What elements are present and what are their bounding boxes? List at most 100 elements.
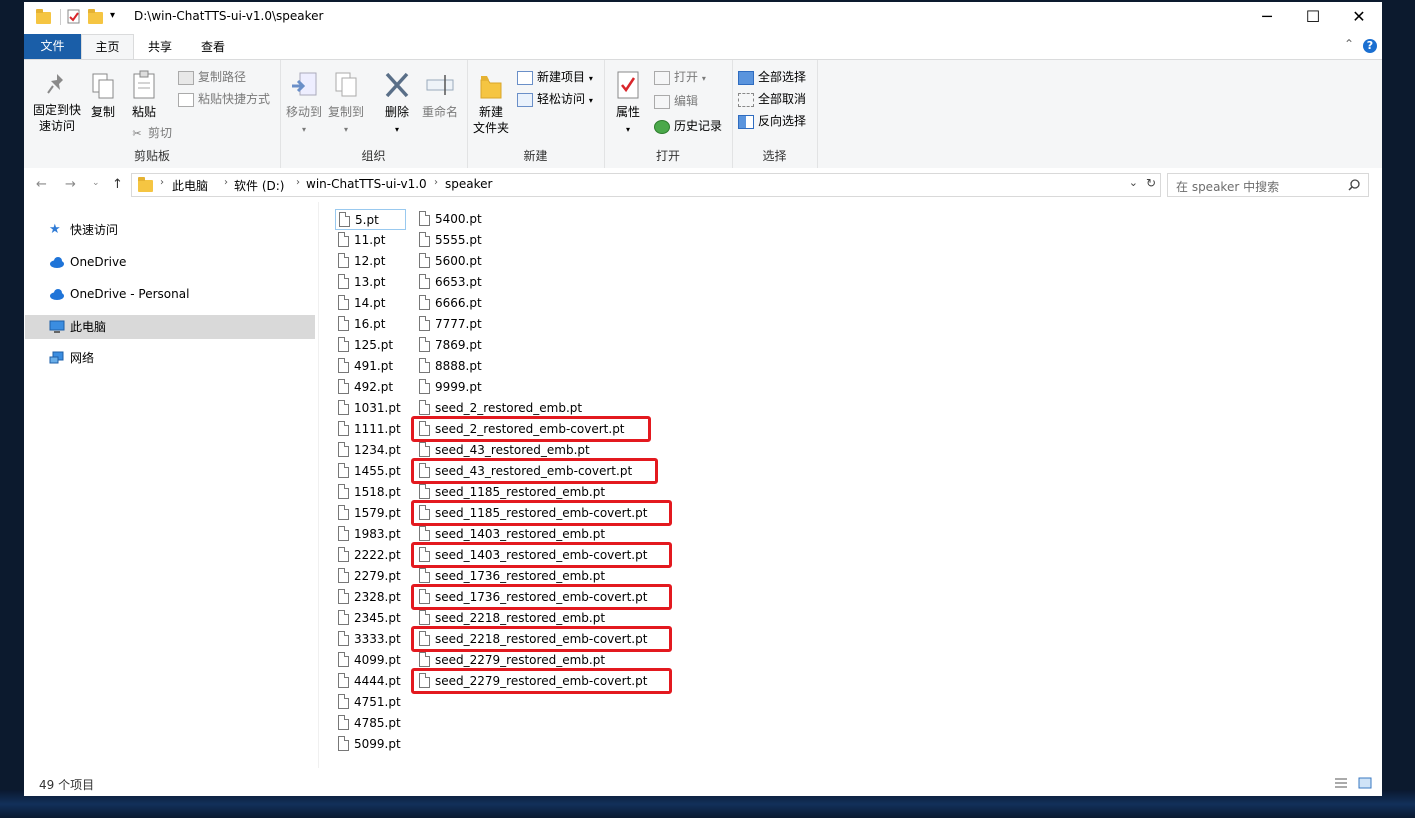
file-item[interactable]: 1518.pt [335,482,407,503]
properties-button[interactable]: 属性 ▾ [610,70,646,138]
file-item[interactable]: 1579.pt [335,503,407,524]
file-item[interactable]: 492.pt [335,377,407,398]
file-item[interactable]: 14.pt [335,293,407,314]
large-icons-view-icon[interactable] [1358,777,1372,789]
file-item[interactable]: 11.pt [335,230,407,251]
file-item[interactable]: 5.pt [335,209,406,230]
tab-view[interactable]: 查看 [192,35,234,59]
nav-item-onedrive-personal[interactable]: OneDrive - Personal [25,282,315,306]
address-bar[interactable]: › 此电脑 › 软件 (D:) › win-ChatTTS-ui-v1.0 › … [131,173,1161,197]
file-item[interactable]: 4751.pt [335,692,407,713]
file-name: 1518.pt [354,485,401,499]
paste-shortcut-button[interactable]: 粘贴快捷方式 [178,90,270,108]
file-item[interactable]: 1234.pt [335,440,407,461]
file-name: 5555.pt [435,233,482,247]
tab-home[interactable]: 主页 [81,34,134,60]
file-item[interactable]: 6666.pt [416,293,676,314]
up-arrow-icon[interactable]: ↑ [112,177,123,192]
file-item[interactable]: 16.pt [335,314,407,335]
group-open: 属性 ▾ 打开 ▾ 编辑 历史记录 打开 [604,60,733,168]
file-item[interactable]: 4099.pt [335,650,407,671]
ribbon-tabs: 文件 主页 共享 查看 ⌃ ? [24,32,1382,60]
rename-button[interactable]: 重命名 [418,70,462,120]
recent-locations-chevron-icon[interactable]: ⌄ [92,178,100,188]
tab-file[interactable]: 文件 [24,34,81,59]
breadcrumb-project-folder[interactable]: win-ChatTTS-ui-v1.0 [306,177,427,191]
file-item[interactable]: 8888.pt [416,356,676,377]
breadcrumb-drive-d[interactable]: 软件 (D:) [234,177,284,194]
open-button[interactable]: 打开 ▾ [654,68,706,86]
breadcrumb-this-pc[interactable]: 此电脑 [172,177,208,194]
copy-path-button[interactable]: 复制路径 [178,68,246,86]
search-box[interactable]: 在 speaker 中搜索 [1167,173,1369,197]
maximize-button[interactable]: ☐ [1290,2,1336,32]
select-none-button[interactable]: 全部取消 [738,90,806,108]
title-bar: ▾ D:\win-ChatTTS-ui-v1.0\speaker ─ ☐ ✕ [24,2,1382,32]
edit-icon [654,94,670,109]
pin-to-quick-access-button[interactable]: 固定到快 速访问 [32,72,82,134]
delete-button[interactable]: 删除 ▾ [380,70,414,138]
file-item[interactable]: 6653.pt [416,272,676,293]
invert-selection-button[interactable]: 反向选择 [738,112,806,130]
nav-item-network[interactable]: 网络 [25,346,315,370]
file-item[interactable]: 4444.pt [335,671,407,692]
group-select: 全部选择 全部取消 反向选择 选择 [732,60,818,168]
file-item[interactable]: 2222.pt [335,545,407,566]
file-item[interactable]: 12.pt [335,251,407,272]
file-item[interactable]: 2345.pt [335,608,407,629]
file-item[interactable]: 13.pt [335,272,407,293]
file-item[interactable]: 1031.pt [335,398,407,419]
back-arrow-icon[interactable]: ← [36,177,47,192]
file-item[interactable]: 1455.pt [335,461,407,482]
move-to-button[interactable]: 移动到 ▾ [284,70,324,138]
file-name: 491.pt [354,359,394,373]
file-item[interactable]: 7869.pt [416,335,676,356]
file-item[interactable]: 2279.pt [335,566,407,587]
file-item[interactable]: 5099.pt [335,734,407,755]
file-item[interactable]: 9999.pt [416,377,676,398]
file-item[interactable]: 2328.pt [335,587,407,608]
file-item[interactable]: 7777.pt [416,314,676,335]
search-placeholder: 在 speaker 中搜索 [1176,180,1280,194]
qa-customize-dropdown-icon[interactable]: ▾ [110,10,115,26]
nav-item-onedrive[interactable]: OneDrive [25,250,315,274]
new-item-button[interactable]: 新建项目 ▾ [517,68,593,86]
refresh-icon[interactable]: ↻ [1146,176,1156,190]
help-icon[interactable]: ? [1363,39,1377,53]
minimize-button[interactable]: ─ [1244,2,1290,32]
details-view-icon[interactable] [1334,777,1348,789]
collapse-ribbon-icon[interactable]: ⌃ [1344,37,1354,51]
forward-arrow-icon[interactable]: → [65,177,76,192]
address-dropdown-icon[interactable]: ⌄ [1129,176,1138,189]
file-item[interactable]: 491.pt [335,356,407,377]
cut-button[interactable]: ✂ 剪切 [130,124,172,142]
properties-check-icon[interactable] [67,9,81,25]
file-icon [419,295,430,310]
file-item[interactable]: 1983.pt [335,524,407,545]
file-icon [338,715,349,730]
edit-button[interactable]: 编辑 [654,92,698,110]
breadcrumb-speaker[interactable]: speaker [445,177,492,191]
file-item[interactable]: 1111.pt [335,419,407,440]
history-button[interactable]: 历史记录 [654,117,722,135]
file-item[interactable]: 3333.pt [335,629,407,650]
copy-to-button[interactable]: 复制到 ▾ [326,70,366,138]
close-button[interactable]: ✕ [1336,2,1382,32]
nav-item-this-pc[interactable]: 此电脑 [25,315,315,339]
file-item[interactable]: 5555.pt [416,230,676,251]
select-all-button[interactable]: 全部选择 [738,68,806,86]
file-item[interactable]: 125.pt [335,335,407,356]
easy-access-button[interactable]: 轻松访问 ▾ [517,90,593,108]
nav-item-quick-access[interactable]: ★ 快速访问 [25,218,315,242]
tab-share[interactable]: 共享 [139,35,181,59]
file-item[interactable]: 5600.pt [416,251,676,272]
file-item[interactable]: 5400.pt [416,209,676,230]
copy-button[interactable]: 复制 [86,72,120,120]
group-label-new: 新建 [523,149,548,163]
file-item[interactable]: 4785.pt [335,713,407,734]
paste-button[interactable]: 粘贴 [126,70,162,120]
file-name: 1111.pt [354,422,401,436]
file-name: 5400.pt [435,212,482,226]
new-folder-button[interactable]: 新建 文件夹 [471,72,511,136]
file-name: 2279.pt [354,569,401,583]
